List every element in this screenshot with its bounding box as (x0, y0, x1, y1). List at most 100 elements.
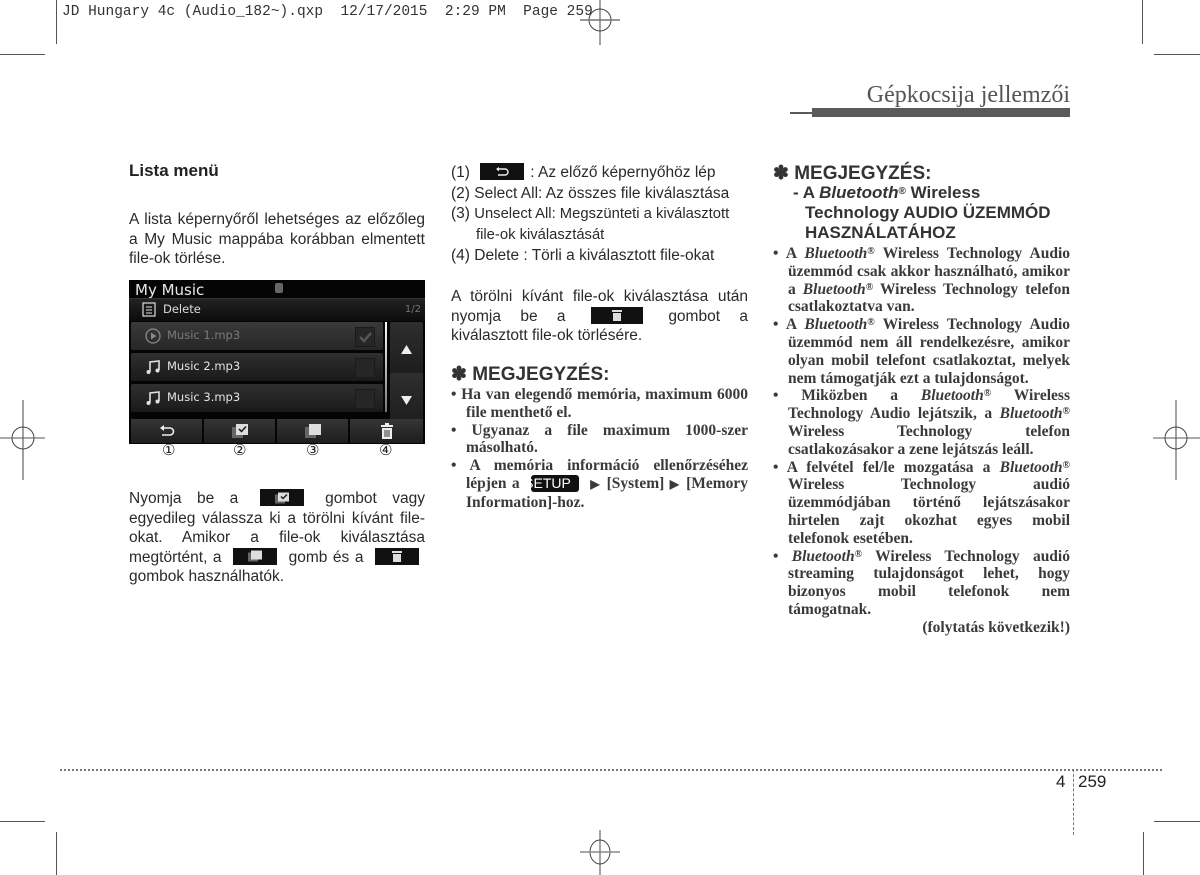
arrow-up-icon (401, 345, 412, 354)
music-note-icon (146, 391, 160, 405)
intro-paragraph: A lista képernyőről lehetséges az előzől… (129, 211, 425, 267)
registration-mark-bottom (580, 830, 620, 875)
text: Technology AUDIO ÜZEMMÓD HASZNÁLATÁHOZ (805, 203, 1051, 242)
note-bullet: • Bluetooth® Wireless Technology audió s… (773, 547, 1070, 618)
crop-mark (1154, 821, 1200, 822)
checkbox-checked[interactable] (355, 327, 375, 347)
callout-4: ④ (379, 441, 393, 459)
text: Nyomja be a (129, 490, 239, 507)
screen-title: My Music (135, 281, 205, 299)
crop-mark (56, 0, 57, 44)
list-menu-icon (142, 302, 156, 317)
instructions-paragraph: Nyomja be a gombot vagy egyedileg válass… (129, 489, 425, 587)
callout-1: ① (162, 441, 176, 459)
note-bullet: • Ha van elegendő memória, maximum 6000 … (451, 386, 748, 421)
header-bar (812, 108, 1070, 117)
setup-button-label: SETUP (524, 474, 579, 492)
section-title: Gépkocsija jellemzői (866, 82, 1070, 108)
button-legend-list: (1) : Az előző képernyőhöz lép (2) Selec… (451, 163, 756, 267)
delete-paragraph: A törölni kívánt file-ok kiválasztása ut… (451, 287, 748, 346)
delete-button[interactable] (350, 419, 423, 443)
registration-mark-right (1153, 400, 1200, 480)
bullet-text: A Bluetooth® Wireless Technology Audio ü… (785, 316, 1071, 387)
crop-mark (1143, 832, 1144, 875)
bullet-text: Ha van elegendő memória, maximum 6000 fi… (461, 386, 748, 421)
menu-path: [System] (606, 474, 665, 492)
scrollbar[interactable] (385, 322, 387, 412)
unselect-all-inline-button (233, 547, 278, 565)
item-text: Unselect All: Megszünteti a kiválasztott… (474, 206, 730, 243)
unselect-all-icon (248, 550, 263, 562)
bullet-text: Miközben a Bluetooth® Wireless Technolog… (788, 387, 1070, 458)
music-note-icon (146, 360, 160, 374)
crop-mark (0, 821, 45, 822)
footer-divider (1073, 769, 1074, 835)
item-number: (2) (451, 184, 470, 202)
text: - A (793, 183, 815, 202)
note-bullet: • A Bluetooth® Wireless Technology Audio… (773, 245, 1071, 316)
item-text: Select All: Az összes file kiválasztása (474, 184, 730, 202)
list-item[interactable]: Music 2.mp3 (131, 353, 383, 381)
play-circle-icon (145, 328, 161, 344)
select-all-button[interactable] (204, 419, 275, 443)
trash-icon (391, 551, 402, 562)
file-name: Music 1.mp3 (167, 328, 241, 342)
select-all-inline-button (259, 489, 304, 506)
page-indicator: 1/2 (404, 304, 421, 315)
arrow-right-icon: ▶ (590, 476, 602, 491)
crop-mark (0, 54, 45, 55)
text: Wireless (910, 183, 981, 202)
select-all-icon (274, 492, 289, 503)
file-name: Music 2.mp3 (167, 359, 241, 373)
section-heading: Lista menü (129, 161, 219, 180)
delete-inline-button (590, 306, 643, 324)
delete-menu-bar: Delete 1/2 (129, 298, 425, 321)
note-bullet: • A felvétel fel/le mozgatása a Bluetoot… (773, 458, 1070, 547)
scroll-up-button[interactable] (390, 322, 423, 377)
item-text: Delete : Törli a kiválasztott file-okat (474, 247, 715, 264)
back-icon (496, 166, 509, 176)
back-button[interactable] (131, 419, 202, 443)
header-rule (790, 112, 812, 114)
delete-label: Delete (163, 302, 201, 316)
legend-item-3: (3) Unselect All: Megszünteti a kiválasz… (451, 204, 756, 245)
callout-2: ② (233, 441, 247, 459)
unselect-all-button[interactable] (277, 419, 348, 443)
lock-icon (275, 283, 283, 293)
text: gombok használhatók. (129, 568, 285, 585)
note-bullets: • Ha van elegendő memória, maximum 6000 … (451, 386, 748, 512)
back-icon (159, 425, 174, 436)
my-music-screen: My Music Delete 1/2 Music 1.mp3 Music 2.… (129, 280, 425, 444)
legend-item-1: (1) : Az előző képernyőhöz lép (451, 163, 756, 183)
callout-3: ③ (306, 441, 320, 459)
item-number: (4) (451, 247, 470, 264)
footer-rule (60, 769, 1162, 771)
list-item[interactable]: Music 1.mp3 (131, 322, 383, 350)
checkbox[interactable] (355, 389, 375, 409)
list-item[interactable]: Music 3.mp3 (131, 384, 383, 412)
item-number: (3) (451, 205, 470, 222)
page-number: 259 (1078, 772, 1107, 791)
note-heading: ✽ MEGJEGYZÉS: (773, 163, 932, 184)
crop-mark (1154, 54, 1200, 55)
print-slug: JD Hungary 4c (Audio_182~).qxp 12/17/201… (62, 4, 593, 20)
select-all-icon (231, 424, 248, 438)
legend-item-2: (2) Select All: Az összes file kiválaszt… (451, 184, 756, 204)
bluetooth-note-bullets: • A Bluetooth® Wireless Technology Audio… (773, 245, 1070, 637)
chapter-number: 4 (1056, 772, 1066, 791)
text: Bluetooth (819, 183, 899, 202)
checkbox[interactable] (355, 358, 375, 378)
continued-note: (folytatás következik!) (922, 618, 1070, 636)
registration-mark-left (0, 400, 45, 480)
text: gomb és a (288, 548, 364, 566)
bullet-text: A felvétel fel/le mozgatása a Bluetooth®… (786, 458, 1070, 547)
bullet-text: Bluetooth® Wireless Technology audió str… (788, 547, 1070, 618)
note-bullet: • A Bluetooth® Wireless Technology Audio… (773, 316, 1071, 387)
item-number: (1) (451, 164, 470, 181)
bullet-text: Ugyanaz a file maximum 1000-szer másolha… (466, 421, 748, 457)
note-bullet: • Miközben a Bluetooth® Wireless Technol… (773, 387, 1070, 458)
arrow-right-icon: ▶ (669, 476, 681, 491)
note-subheading: - A Bluetooth® Wireless Technology AUDIO… (793, 183, 1078, 243)
crop-mark (1142, 0, 1143, 44)
registered-mark: ® (898, 186, 906, 197)
